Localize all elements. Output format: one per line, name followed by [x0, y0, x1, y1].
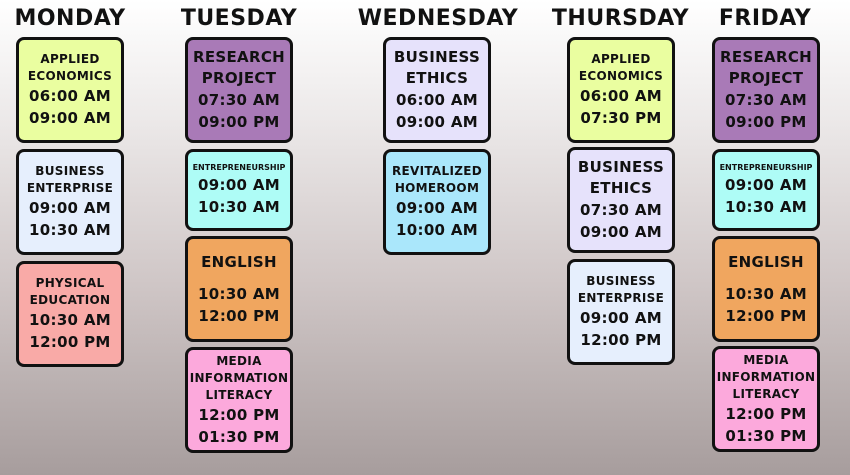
class-end-time: 09:00 PM [198, 113, 280, 131]
class-start-time: 09:00 AM [580, 309, 662, 327]
class-end-time: 10:30 AM [725, 198, 807, 216]
class-subject: BUSINESS ETHICS [393, 48, 481, 87]
class-start-time: 07:30 AM [198, 91, 280, 109]
class-subject: BUSINESS ENTERPRISE [577, 274, 665, 305]
class-card-monday-applied-economics[interactable]: APPLIED ECONOMICS 06:00 AM 09:00 AM [16, 37, 124, 143]
class-card-friday-entrepreneurship[interactable]: ENTREPRENEURSHIP 09:00 AM 10:30 AM [712, 149, 820, 231]
class-end-time: 01:30 PM [198, 427, 280, 446]
day-title-tuesday: TUESDAY [180, 6, 298, 31]
class-subject: REVITALIZED HOMEROOM [391, 164, 482, 195]
class-subject: RESEARCH PROJECT [720, 48, 812, 87]
class-end-time: 12:00 PM [725, 306, 807, 325]
class-end-time: 12:00 PM [198, 306, 280, 325]
class-start-time: 10:30 AM [198, 284, 280, 303]
class-card-tuesday-media-information-literacy[interactable]: MEDIA INFORMATION LITERACY 12:00 PM 01:3… [185, 347, 293, 453]
class-subject: MEDIA INFORMATION LITERACY [189, 353, 289, 402]
class-end-time: 09:00 AM [29, 109, 111, 127]
class-card-tuesday-english[interactable]: ENGLISH 10:30 AM 12:00 PM [185, 236, 293, 342]
class-subject: RESEARCH PROJECT [193, 48, 285, 87]
class-end-time: 10:00 AM [396, 221, 478, 239]
class-card-thursday-applied-economics[interactable]: APPLIED ECONOMICS 06:00 AM 07:30 PM [567, 37, 675, 143]
class-end-time: 01:30 PM [725, 426, 807, 445]
class-end-time: 09:00 PM [725, 113, 807, 131]
class-start-time: 12:00 PM [725, 404, 807, 423]
class-subject: ENTREPRENEURSHIP [192, 163, 286, 172]
day-title-monday: MONDAY [14, 6, 126, 31]
class-start-time: 09:00 AM [396, 199, 478, 217]
day-title-friday: FRIDAY [718, 6, 812, 31]
class-start-time: 10:30 AM [29, 311, 111, 329]
class-start-time: 06:00 AM [29, 87, 111, 105]
class-start-time: 07:30 AM [725, 91, 807, 109]
class-subject: MEDIA INFORMATION LITERACY [716, 352, 816, 401]
class-card-tuesday-research-project[interactable]: RESEARCH PROJECT 07:30 AM 09:00 PM [185, 37, 293, 143]
class-subject: APPLIED ECONOMICS [27, 52, 113, 83]
class-card-friday-english[interactable]: ENGLISH 10:30 AM 12:00 PM [712, 236, 820, 342]
day-title-wednesday: WEDNESDAY [357, 6, 519, 31]
class-start-time: 09:00 AM [29, 199, 111, 217]
day-title-thursday: THURSDAY [551, 6, 690, 31]
class-start-time: 07:30 AM [580, 201, 662, 219]
class-end-time: 07:30 PM [580, 109, 662, 127]
class-card-wednesday-revitalized-homeroom[interactable]: REVITALIZED HOMEROOM 09:00 AM 10:00 AM [383, 149, 491, 255]
class-card-friday-research-project[interactable]: RESEARCH PROJECT 07:30 AM 09:00 PM [712, 37, 820, 143]
class-start-time: 09:00 AM [198, 176, 280, 194]
class-subject: ENGLISH [201, 252, 277, 271]
class-start-time: 10:30 AM [725, 284, 807, 303]
class-subject: PHYSICAL EDUCATION [29, 276, 111, 307]
class-start-time: 06:00 AM [580, 87, 662, 105]
class-subject: BUSINESS ETHICS [577, 158, 665, 197]
class-end-time: 12:00 PM [29, 333, 111, 351]
class-card-monday-business-enterprise[interactable]: BUSINESS ENTERPRISE 09:00 AM 10:30 AM [16, 149, 124, 255]
class-card-monday-physical-education[interactable]: PHYSICAL EDUCATION 10:30 AM 12:00 PM [16, 261, 124, 367]
class-start-time: 12:00 PM [198, 405, 280, 424]
class-end-time: 09:00 AM [396, 113, 478, 131]
class-subject: APPLIED ECONOMICS [578, 52, 664, 83]
class-subject: ENGLISH [728, 252, 804, 271]
class-card-friday-media-information-literacy[interactable]: MEDIA INFORMATION LITERACY 12:00 PM 01:3… [712, 346, 820, 452]
class-subject: ENTREPRENEURSHIP [719, 163, 813, 172]
class-end-time: 12:00 PM [580, 331, 662, 349]
class-card-thursday-business-enterprise[interactable]: BUSINESS ENTERPRISE 09:00 AM 12:00 PM [567, 259, 675, 365]
class-card-tuesday-entrepreneurship[interactable]: ENTREPRENEURSHIP 09:00 AM 10:30 AM [185, 149, 293, 231]
class-card-wednesday-business-ethics[interactable]: BUSINESS ETHICS 06:00 AM 09:00 AM [383, 37, 491, 143]
class-end-time: 09:00 AM [580, 223, 662, 241]
class-start-time: 09:00 AM [725, 176, 807, 194]
class-card-thursday-business-ethics[interactable]: BUSINESS ETHICS 07:30 AM 09:00 AM [567, 147, 675, 253]
class-end-time: 10:30 AM [29, 221, 111, 239]
class-start-time: 06:00 AM [396, 91, 478, 109]
class-end-time: 10:30 AM [198, 198, 280, 216]
class-subject: BUSINESS ENTERPRISE [26, 164, 114, 195]
